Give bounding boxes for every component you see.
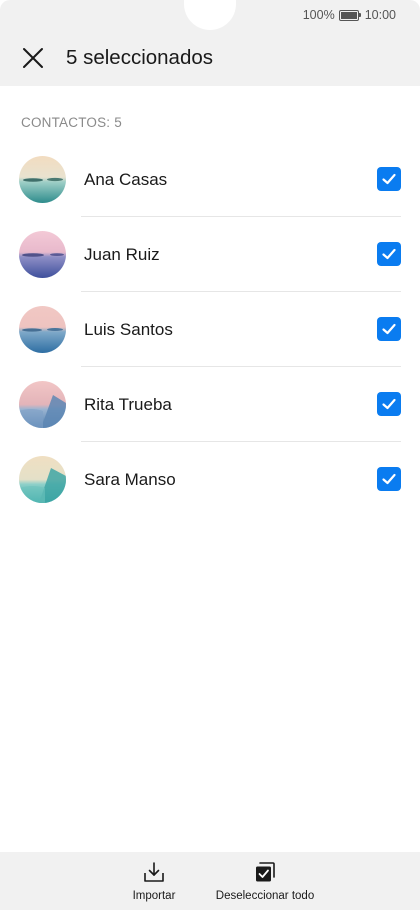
avatar bbox=[19, 231, 66, 278]
deselect-all-label: Deseleccionar todo bbox=[215, 890, 315, 902]
contact-checkbox[interactable] bbox=[377, 317, 401, 341]
download-icon bbox=[144, 862, 164, 882]
battery-icon bbox=[338, 9, 362, 21]
status-time: 10:00 bbox=[364, 8, 396, 22]
deselect-all-icon bbox=[256, 862, 275, 882]
contact-name: Ana Casas bbox=[84, 170, 168, 189]
contacts-count-label: CONTACTOS: 5 bbox=[21, 115, 122, 130]
status-bar: 100% 10:00 bbox=[303, 6, 396, 24]
avatar bbox=[19, 456, 66, 503]
import-button[interactable]: Importar bbox=[128, 852, 180, 910]
contact-list: Ana Casas Juan Ruiz Luis Santos Rita Tru… bbox=[0, 142, 420, 517]
contact-row[interactable]: Luis Santos bbox=[0, 292, 420, 367]
contact-name: Rita Trueba bbox=[84, 395, 172, 414]
page-title: 5 seleccionados bbox=[66, 46, 214, 69]
bottom-action-bar: Importar Deseleccionar todo bbox=[0, 852, 420, 910]
contact-checkbox[interactable] bbox=[377, 167, 401, 191]
battery-percent: 100% bbox=[302, 8, 335, 22]
contact-checkbox[interactable] bbox=[377, 467, 401, 491]
avatar bbox=[19, 306, 66, 353]
deselect-all-button[interactable]: Deseleccionar todo bbox=[210, 852, 320, 910]
close-icon[interactable] bbox=[21, 46, 45, 70]
contact-checkbox[interactable] bbox=[377, 242, 401, 266]
camera-notch bbox=[184, 0, 236, 30]
contact-row[interactable]: Sara Manso bbox=[0, 442, 420, 517]
contact-checkbox[interactable] bbox=[377, 392, 401, 416]
screen-corner-right bbox=[410, 0, 420, 10]
avatar bbox=[19, 381, 66, 428]
avatar bbox=[19, 156, 66, 203]
contact-name: Luis Santos bbox=[84, 320, 173, 339]
screen-corner-left bbox=[0, 0, 10, 10]
import-label: Importar bbox=[132, 890, 176, 902]
contact-name: Sara Manso bbox=[84, 470, 176, 489]
contact-row[interactable]: Ana Casas bbox=[0, 142, 420, 217]
contact-row[interactable]: Juan Ruiz bbox=[0, 217, 420, 292]
screen: 100% 10:00 5 seleccionados CONTACTOS: 5 bbox=[0, 0, 420, 910]
contact-name: Juan Ruiz bbox=[84, 245, 160, 264]
top-area: 100% 10:00 5 seleccionados bbox=[0, 0, 420, 86]
header: 5 seleccionados bbox=[0, 34, 420, 82]
contact-row[interactable]: Rita Trueba bbox=[0, 367, 420, 442]
